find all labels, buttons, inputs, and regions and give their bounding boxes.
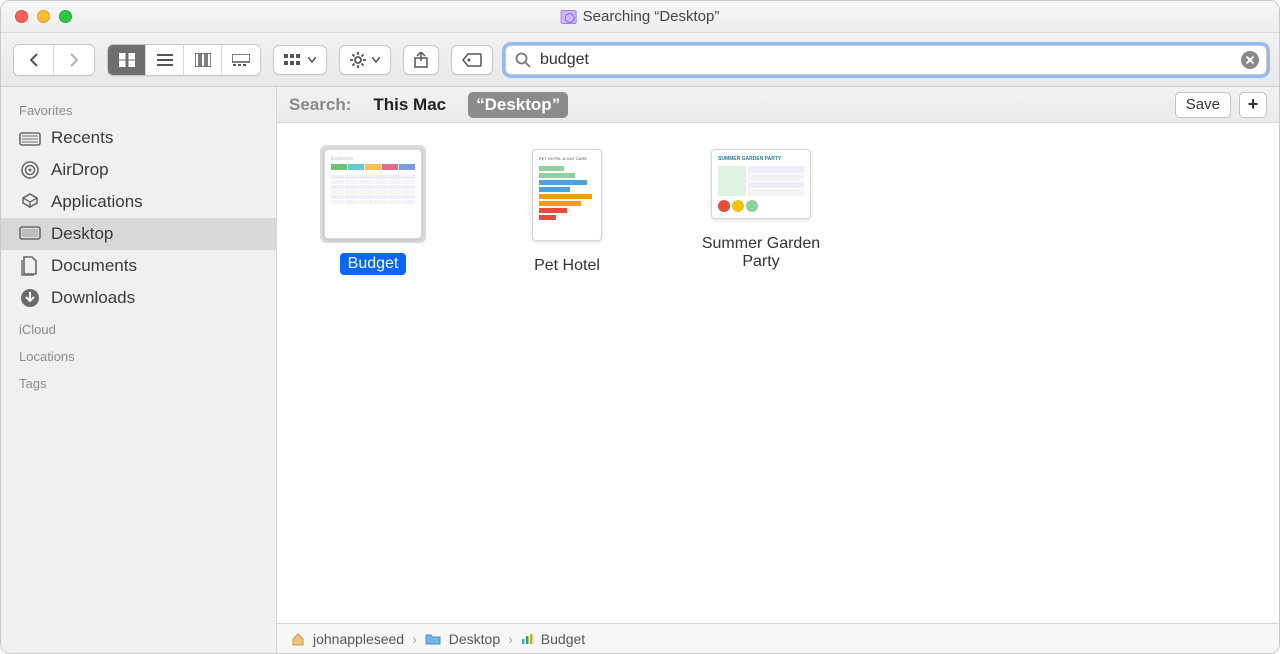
save-search-button[interactable]: Save (1175, 92, 1231, 118)
titlebar: Searching “Desktop” (1, 1, 1279, 33)
search-folder-icon (561, 10, 577, 24)
sidebar-header-locations: Locations (1, 341, 276, 368)
chevron-right-icon: › (508, 631, 513, 647)
close-window-button[interactable] (15, 10, 28, 23)
zoom-window-button[interactable] (59, 10, 72, 23)
tag-icon (462, 53, 482, 67)
sidebar-item-desktop[interactable]: Desktop (1, 218, 276, 250)
share-icon (414, 52, 428, 68)
desktop-icon (19, 225, 41, 243)
file-item[interactable]: SUMMER GARDEN PARTY (691, 145, 831, 273)
file-thumbnail: Expenses (324, 149, 422, 239)
sidebar-item-label: Downloads (51, 288, 135, 308)
search-field-wrap (505, 45, 1267, 75)
sidebar-item-label: AirDrop (51, 160, 109, 180)
sidebar-item-documents[interactable]: Documents (1, 250, 276, 282)
chevron-right-icon: › (412, 631, 417, 647)
file-name: Budget (340, 253, 407, 275)
toolbar (1, 33, 1279, 87)
search-scope-bar: Search: This Mac “Desktop” Save + (277, 87, 1279, 123)
main-pane: Search: This Mac “Desktop” Save + Expens… (277, 87, 1279, 653)
path-segment[interactable]: Budget (541, 631, 585, 647)
clear-search-button[interactable] (1241, 51, 1259, 69)
sidebar-item-label: Desktop (51, 224, 113, 244)
minimize-window-button[interactable] (37, 10, 50, 23)
file-item[interactable]: PET HOTEL & DAY CARE Pet Hotel (497, 145, 637, 277)
tags-button[interactable] (451, 45, 493, 75)
file-name: Pet Hotel (526, 255, 608, 277)
sidebar-item-downloads[interactable]: Downloads (1, 282, 276, 314)
window-title-text: Searching “Desktop” (583, 8, 720, 25)
gallery-view-button[interactable] (222, 45, 260, 75)
numbers-icon (521, 633, 533, 645)
path-segment[interactable]: johnappleseed (313, 631, 404, 647)
add-search-criteria-button[interactable]: + (1239, 92, 1267, 118)
applications-icon (19, 193, 41, 211)
window-title: Searching “Desktop” (561, 8, 720, 25)
recents-icon (19, 129, 41, 147)
chevron-down-icon (308, 57, 316, 63)
results-area[interactable]: Expenses Budget (277, 123, 1279, 623)
traffic-lights (15, 10, 72, 23)
file-thumbnail: PET HOTEL & DAY CARE (532, 149, 602, 241)
sidebar-item-applications[interactable]: Applications (1, 186, 276, 218)
sidebar-item-label: Applications (51, 192, 143, 212)
sidebar-item-label: Recents (51, 128, 113, 148)
sidebar-header-icloud: iCloud (1, 314, 276, 341)
action-menu-button[interactable] (339, 45, 391, 75)
folder-icon (425, 633, 441, 645)
airdrop-icon (19, 161, 41, 179)
sidebar-item-airdrop[interactable]: AirDrop (1, 154, 276, 186)
group-by-button[interactable] (273, 45, 327, 75)
scope-option-this-mac[interactable]: This Mac (365, 92, 454, 118)
path-bar: johnappleseed › Desktop › Budget (277, 623, 1279, 653)
sidebar-item-recents[interactable]: Recents (1, 122, 276, 154)
gear-icon (350, 52, 366, 68)
sidebar: Favorites Recents AirDrop Applications D… (1, 87, 277, 653)
path-segment[interactable]: Desktop (449, 631, 500, 647)
finder-window: Searching “Desktop” (0, 0, 1280, 654)
search-icon (515, 52, 531, 68)
sidebar-item-label: Documents (51, 256, 137, 276)
search-input[interactable] (505, 45, 1267, 75)
sidebar-header-tags: Tags (1, 368, 276, 395)
back-button[interactable] (14, 45, 54, 75)
home-icon (291, 632, 305, 646)
downloads-icon (19, 289, 41, 307)
forward-button[interactable] (54, 45, 94, 75)
nav-buttons (13, 44, 95, 76)
file-thumbnail-wrap: SUMMER GARDEN PARTY (707, 145, 815, 223)
icon-view-button[interactable] (108, 45, 146, 75)
list-view-button[interactable] (146, 45, 184, 75)
chevron-down-icon (372, 57, 380, 63)
window-body: Favorites Recents AirDrop Applications D… (1, 87, 1279, 653)
file-thumbnail-wrap: Expenses (320, 145, 426, 243)
file-item[interactable]: Expenses Budget (303, 145, 443, 275)
file-thumbnail: SUMMER GARDEN PARTY (711, 149, 811, 219)
scope-label: Search: (289, 95, 351, 115)
sidebar-header-favorites: Favorites (1, 95, 276, 122)
file-name: Summer Garden Party (691, 233, 831, 273)
share-button[interactable] (403, 45, 439, 75)
documents-icon (19, 257, 41, 275)
view-switcher (107, 44, 261, 76)
column-view-button[interactable] (184, 45, 222, 75)
file-thumbnail-wrap: PET HOTEL & DAY CARE (528, 145, 606, 245)
scope-option-desktop[interactable]: “Desktop” (468, 92, 568, 118)
